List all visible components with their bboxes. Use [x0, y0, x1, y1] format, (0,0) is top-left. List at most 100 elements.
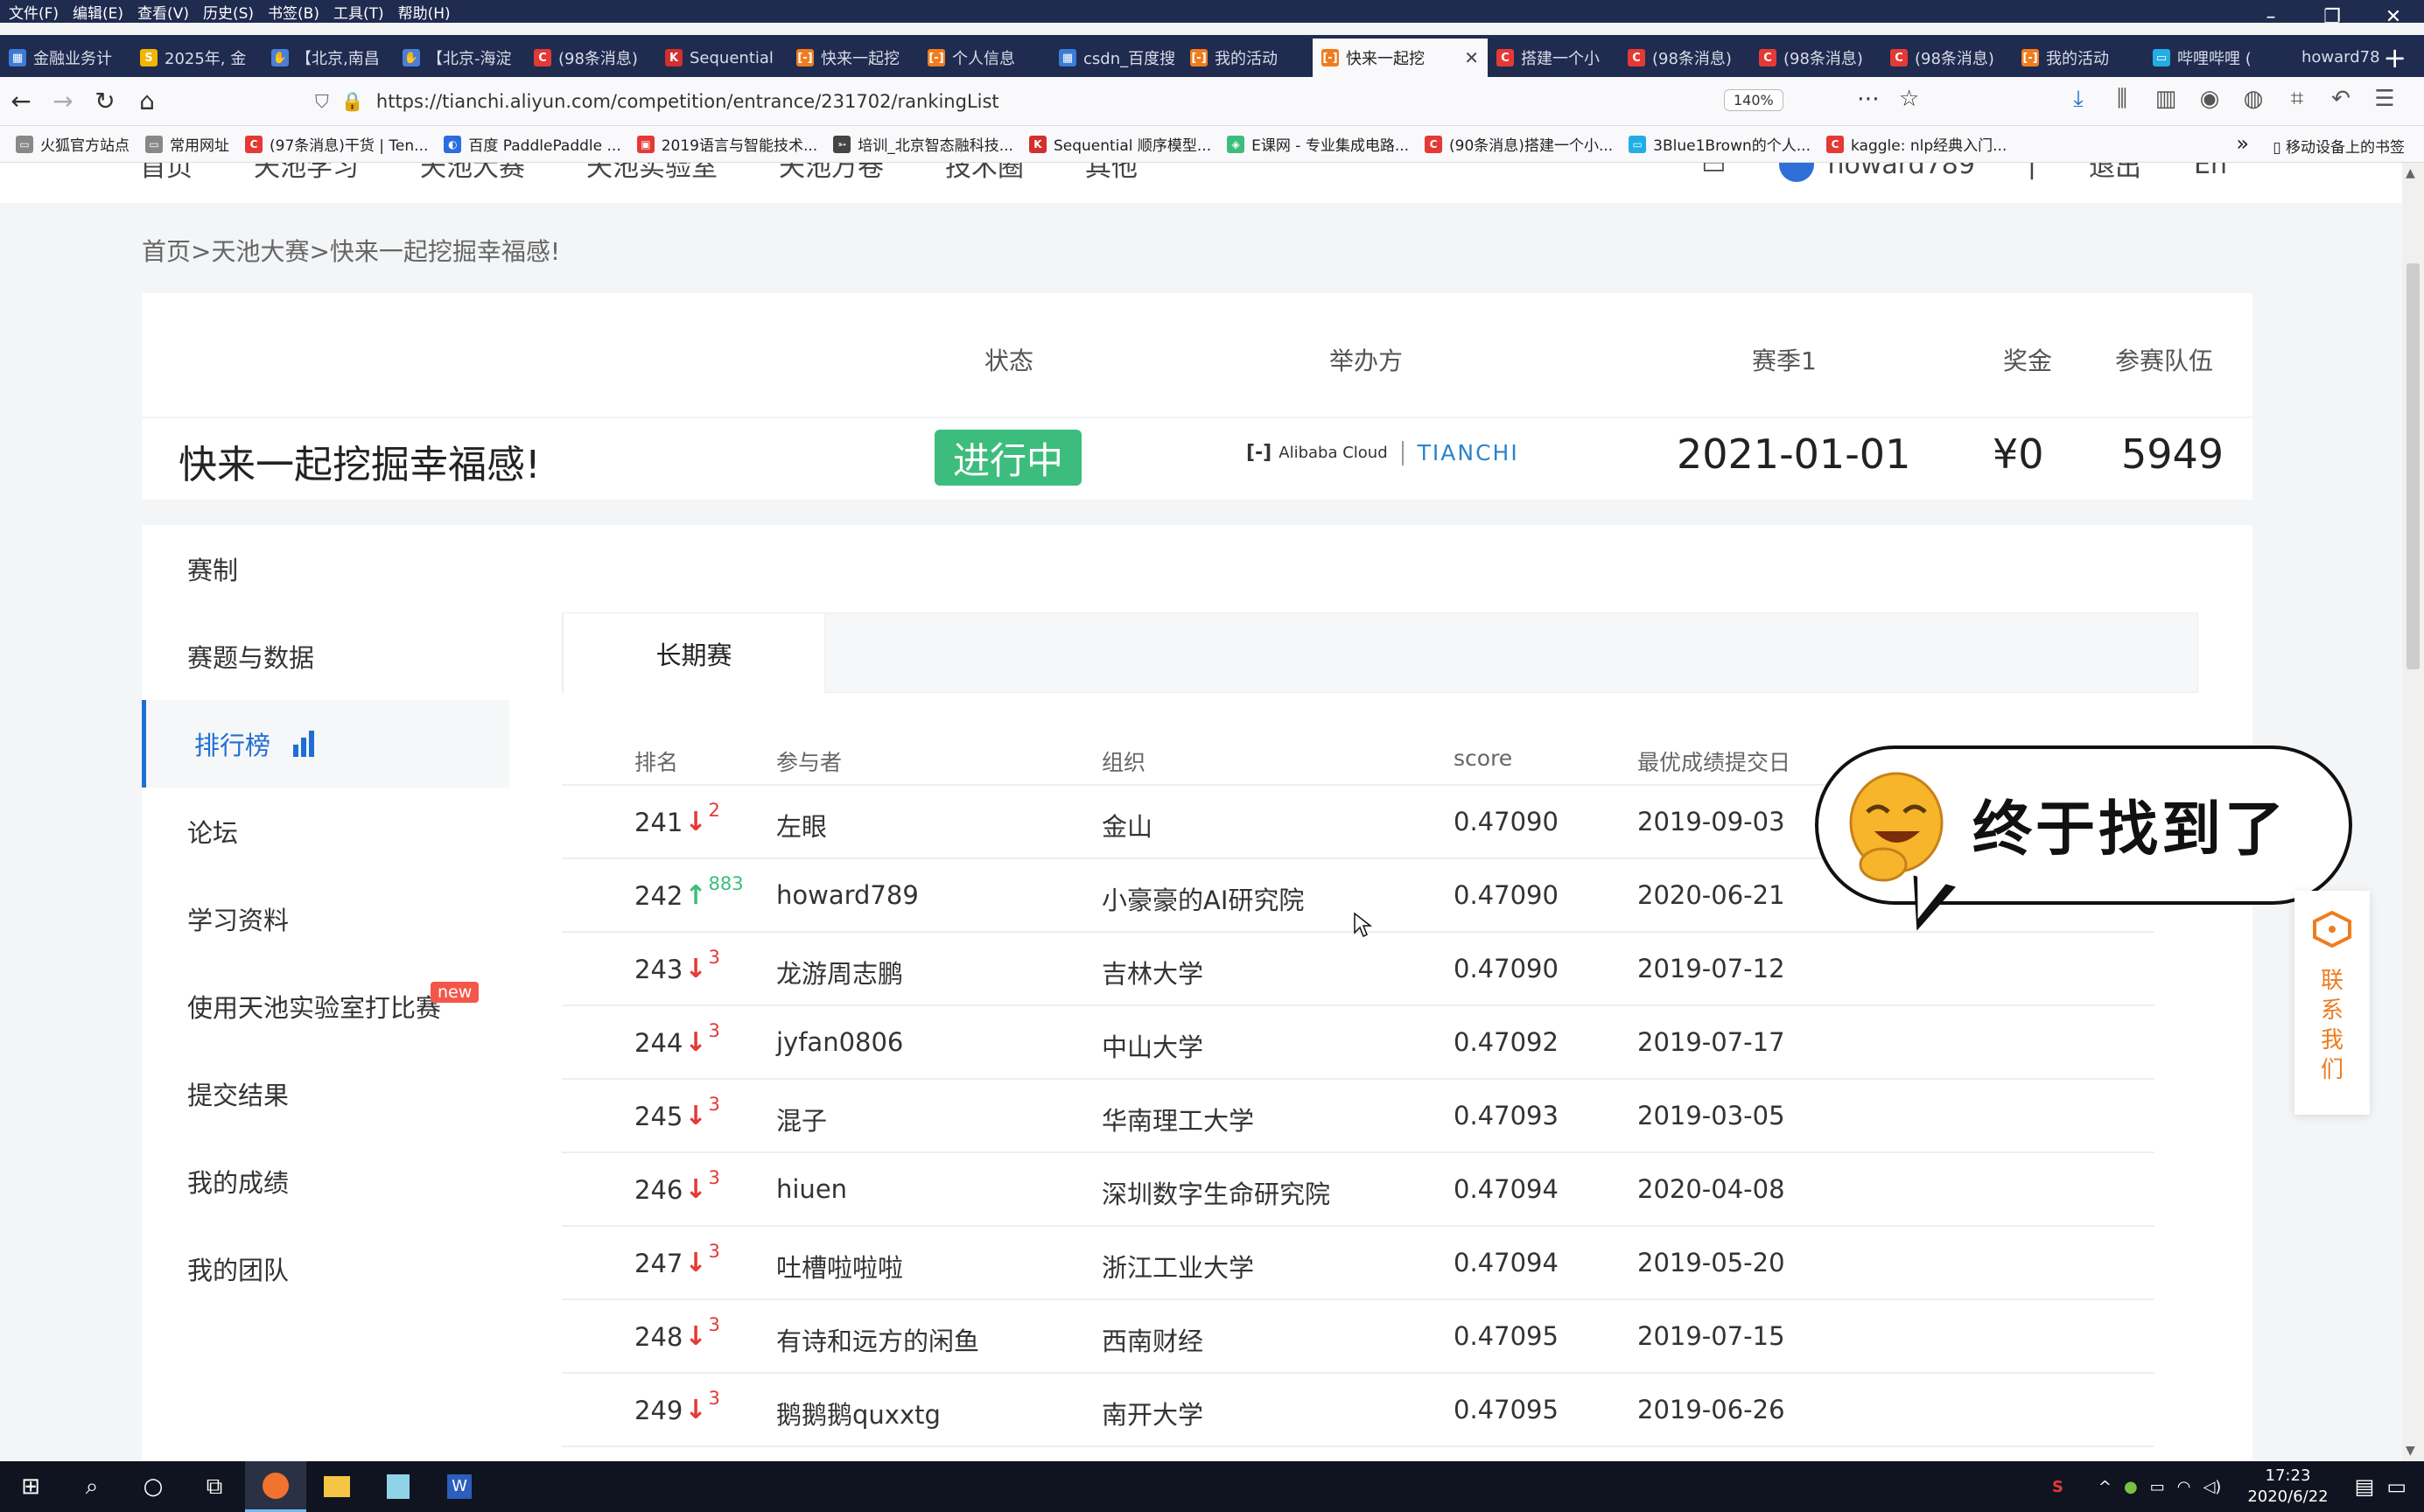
- minimize-icon[interactable]: –: [2240, 0, 2301, 35]
- sidebar-item[interactable]: 排行榜: [142, 700, 509, 788]
- bookmark-item[interactable]: ▭ 3Blue1Brown的个人...: [1629, 133, 1811, 155]
- table-row[interactable]: 247 ↓ 3 吐槽啦啦啦 浙江工业大学 0.47094 2019-05-20: [562, 1227, 2154, 1300]
- browser-tab[interactable]: ▦ 金融业务计: [0, 38, 131, 77]
- participant-cell[interactable]: 有诗和远方的闲鱼: [776, 1321, 979, 1358]
- tray-chevron-icon[interactable]: ^: [2098, 1478, 2112, 1496]
- site-nav-item[interactable]: 天池学习: [254, 163, 359, 184]
- table-row[interactable]: 244 ↓ 3 jyfan0806 中山大学 0.47092 2019-07-17: [562, 1006, 2154, 1080]
- scroll-down-icon[interactable]: ▼: [2406, 1444, 2415, 1458]
- browser-tab[interactable]: ▦ csdn_百度搜: [1050, 38, 1181, 77]
- menu-item[interactable]: 查看(V): [137, 1, 189, 23]
- browser-tab[interactable]: ✋ 【北京-海淀: [394, 38, 525, 77]
- bookmark-item[interactable]: ◈ E课网 - 专业集成电路...: [1227, 133, 1409, 155]
- page-scrollbar[interactable]: ▲ ▼: [2402, 163, 2424, 1461]
- site-nav-item[interactable]: 天池大赛: [420, 163, 525, 184]
- star-icon[interactable]: ☆: [1899, 86, 1919, 112]
- menu-icon[interactable]: ☰: [2363, 86, 2406, 113]
- wifi-icon[interactable]: ◠: [2177, 1478, 2191, 1496]
- site-nav-item[interactable]: 天池万卷: [779, 163, 884, 184]
- sidebar-icon[interactable]: ▥: [2144, 86, 2188, 113]
- browser-tab[interactable]: S 2025年, 金: [131, 38, 263, 77]
- home-icon[interactable]: ⌂: [126, 87, 168, 116]
- bookmark-item[interactable]: Ckaggle: nlp经典入门...: [1825, 133, 2007, 155]
- back-icon[interactable]: ←: [0, 87, 42, 116]
- action-center-icon[interactable]: ▭: [2386, 1474, 2406, 1499]
- site-nav-item[interactable]: 其他: [1085, 163, 1138, 184]
- avatar[interactable]: [1778, 163, 1814, 182]
- participant-cell[interactable]: 混子: [776, 1101, 827, 1138]
- browser-tab[interactable]: C (98条消息): [1619, 38, 1750, 77]
- logout-link[interactable]: 退出: [2089, 163, 2141, 184]
- bookmark-item[interactable]: ▭ 常用网址: [145, 133, 229, 155]
- zoom-level[interactable]: 140%: [1724, 89, 1783, 111]
- menu-item[interactable]: 文件(F): [9, 1, 59, 23]
- site-nav-item[interactable]: 技术圈: [945, 163, 1024, 184]
- volume-icon[interactable]: ◁): [2203, 1478, 2221, 1496]
- participant-cell[interactable]: 龙游周志鹏: [776, 954, 903, 990]
- browser-tab[interactable]: K Sequential: [656, 38, 788, 77]
- clock[interactable]: 17:23 2020/6/22: [2247, 1466, 2328, 1508]
- sidebar-item[interactable]: 提交结果: [142, 1050, 509, 1138]
- contact-us-button[interactable]: 联系我们: [2294, 891, 2370, 1115]
- library-icon[interactable]: ⫼: [2100, 86, 2144, 113]
- tray-app-icon[interactable]: ●: [2124, 1478, 2138, 1496]
- sidebar-item[interactable]: 我的成绩: [142, 1138, 509, 1225]
- scrollbar-thumb[interactable]: [2406, 263, 2420, 669]
- tab-close-icon[interactable]: ✕: [1464, 47, 1479, 68]
- browser-tab[interactable]: [-] 快来一起挖: [788, 38, 919, 77]
- bookmark-item[interactable]: ▭ 火狐官方站点: [16, 133, 130, 155]
- menu-item[interactable]: 工具(T): [333, 1, 384, 23]
- message-icon[interactable]: ▭: [1701, 163, 1726, 180]
- notepad-icon[interactable]: [368, 1461, 429, 1512]
- site-nav-item[interactable]: 天池实验室: [586, 163, 718, 184]
- sidebar-item[interactable]: 学习资料: [142, 875, 509, 962]
- battery-icon[interactable]: ▭: [2150, 1478, 2165, 1496]
- breadcrumb[interactable]: 首页>天池大赛>快来一起挖掘幸福感!: [142, 233, 560, 268]
- browser-tab[interactable]: [-] 个人信息: [919, 38, 1050, 77]
- browser-tab[interactable]: C (98条消息): [1881, 38, 2013, 77]
- account-icon[interactable]: ◉: [2188, 86, 2231, 113]
- sidebar-item[interactable]: 赛题与数据: [142, 612, 509, 700]
- browser-tab[interactable]: [-] 我的活动: [2013, 38, 2144, 77]
- forward-icon[interactable]: →: [42, 87, 84, 116]
- sidebar-item[interactable]: 赛制: [142, 525, 509, 612]
- bookmark-item[interactable]: ▣ 2019语言与智能技术...: [636, 133, 817, 155]
- participant-cell[interactable]: 鹅鹅鹅quxxtg: [776, 1395, 941, 1432]
- crop-icon[interactable]: ⌗: [2275, 86, 2319, 113]
- sidebar-item[interactable]: 我的团队: [142, 1225, 509, 1312]
- start-icon[interactable]: ⊞: [0, 1461, 61, 1512]
- close-window-icon[interactable]: ✕: [2363, 0, 2424, 35]
- chat-icon[interactable]: ◍: [2231, 86, 2275, 113]
- new-tab-icon[interactable]: +: [2383, 38, 2406, 77]
- bookmarks-overflow-icon[interactable]: »: [2236, 131, 2249, 156]
- bookmark-item[interactable]: ➳ 培训_北京智态融科技...: [833, 133, 1013, 155]
- browser-tab[interactable]: ✋ 【北京,南昌: [263, 38, 394, 77]
- task-view-icon[interactable]: ⧉: [184, 1461, 245, 1512]
- tab-overflow-label[interactable]: howard78: [2301, 38, 2380, 77]
- mobile-bookmarks[interactable]: ▯ 移动设备上的书签: [2273, 135, 2405, 157]
- bookmark-item[interactable]: C (97条消息)干货 | Ten...: [245, 133, 428, 155]
- site-nav-item[interactable]: 首页: [140, 163, 193, 184]
- menu-item[interactable]: 编辑(E): [73, 1, 123, 23]
- file-explorer-icon[interactable]: [306, 1461, 368, 1512]
- word-icon[interactable]: W: [429, 1461, 490, 1512]
- table-row[interactable]: 246 ↓ 3 hiuen 深圳数字生命研究院 0.47094 2020-04-08: [562, 1153, 2154, 1227]
- sidebar-item[interactable]: 使用天池实验室打比赛 new: [142, 962, 509, 1050]
- bookmark-item[interactable]: C (90条消息)搭建一个小...: [1425, 133, 1613, 155]
- browser-tab[interactable]: ▭ 哔哩哔哩 (: [2144, 38, 2275, 77]
- restore-icon[interactable]: ❐: [2301, 0, 2363, 35]
- topnav-username[interactable]: howard789: [1828, 163, 1975, 180]
- scroll-up-icon[interactable]: ▲: [2406, 166, 2415, 180]
- participant-cell[interactable]: howard789: [776, 880, 919, 910]
- menu-item[interactable]: 帮助(H): [398, 1, 451, 23]
- bookmark-item[interactable]: K Sequential 顺序模型...: [1028, 133, 1211, 155]
- search-icon[interactable]: ⌕: [61, 1461, 123, 1512]
- bookmark-item[interactable]: ◐ 百度 PaddlePaddle ...: [444, 133, 621, 155]
- sidebar-item[interactable]: 论坛: [142, 788, 509, 875]
- address-bar[interactable]: ⛉ 🔒 https://tianchi.aliyun.com/competiti…: [315, 84, 1919, 119]
- table-row[interactable]: 245 ↓ 3 混子 华南理工大学 0.47093 2019-03-05: [562, 1080, 2154, 1153]
- participant-cell[interactable]: 左眼: [776, 807, 827, 844]
- firefox-icon[interactable]: [245, 1461, 306, 1512]
- undo-icon[interactable]: ↶: [2319, 86, 2363, 113]
- table-row[interactable]: 249 ↓ 3 鹅鹅鹅quxxtg 南开大学 0.47095 2019-06-26: [562, 1374, 2154, 1447]
